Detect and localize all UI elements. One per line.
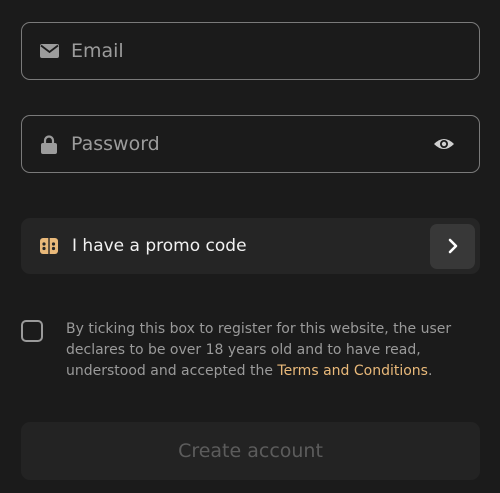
- consent-text: By ticking this box to register for this…: [66, 319, 480, 382]
- promo-code-label: I have a promo code: [72, 236, 247, 256]
- registration-form: I have a promo code By ticking this box …: [0, 0, 500, 493]
- promo-coupon-icon: [39, 236, 59, 256]
- email-field[interactable]: [21, 22, 480, 80]
- password-field[interactable]: [21, 115, 480, 173]
- password-input[interactable]: [71, 116, 431, 172]
- consent-suffix: .: [427, 363, 433, 379]
- chevron-right-icon: [448, 238, 457, 254]
- terms-link[interactable]: Terms and Conditions: [277, 363, 428, 379]
- create-account-button[interactable]: Create account: [21, 422, 480, 480]
- eye-icon[interactable]: [431, 134, 457, 154]
- terms-checkbox[interactable]: [21, 320, 43, 342]
- email-input[interactable]: [71, 23, 479, 79]
- lock-icon: [39, 134, 59, 154]
- promo-expand-button[interactable]: [430, 223, 475, 269]
- envelope-icon: [39, 41, 59, 61]
- promo-code-toggle[interactable]: I have a promo code: [21, 218, 480, 274]
- terms-consent: By ticking this box to register for this…: [21, 319, 480, 382]
